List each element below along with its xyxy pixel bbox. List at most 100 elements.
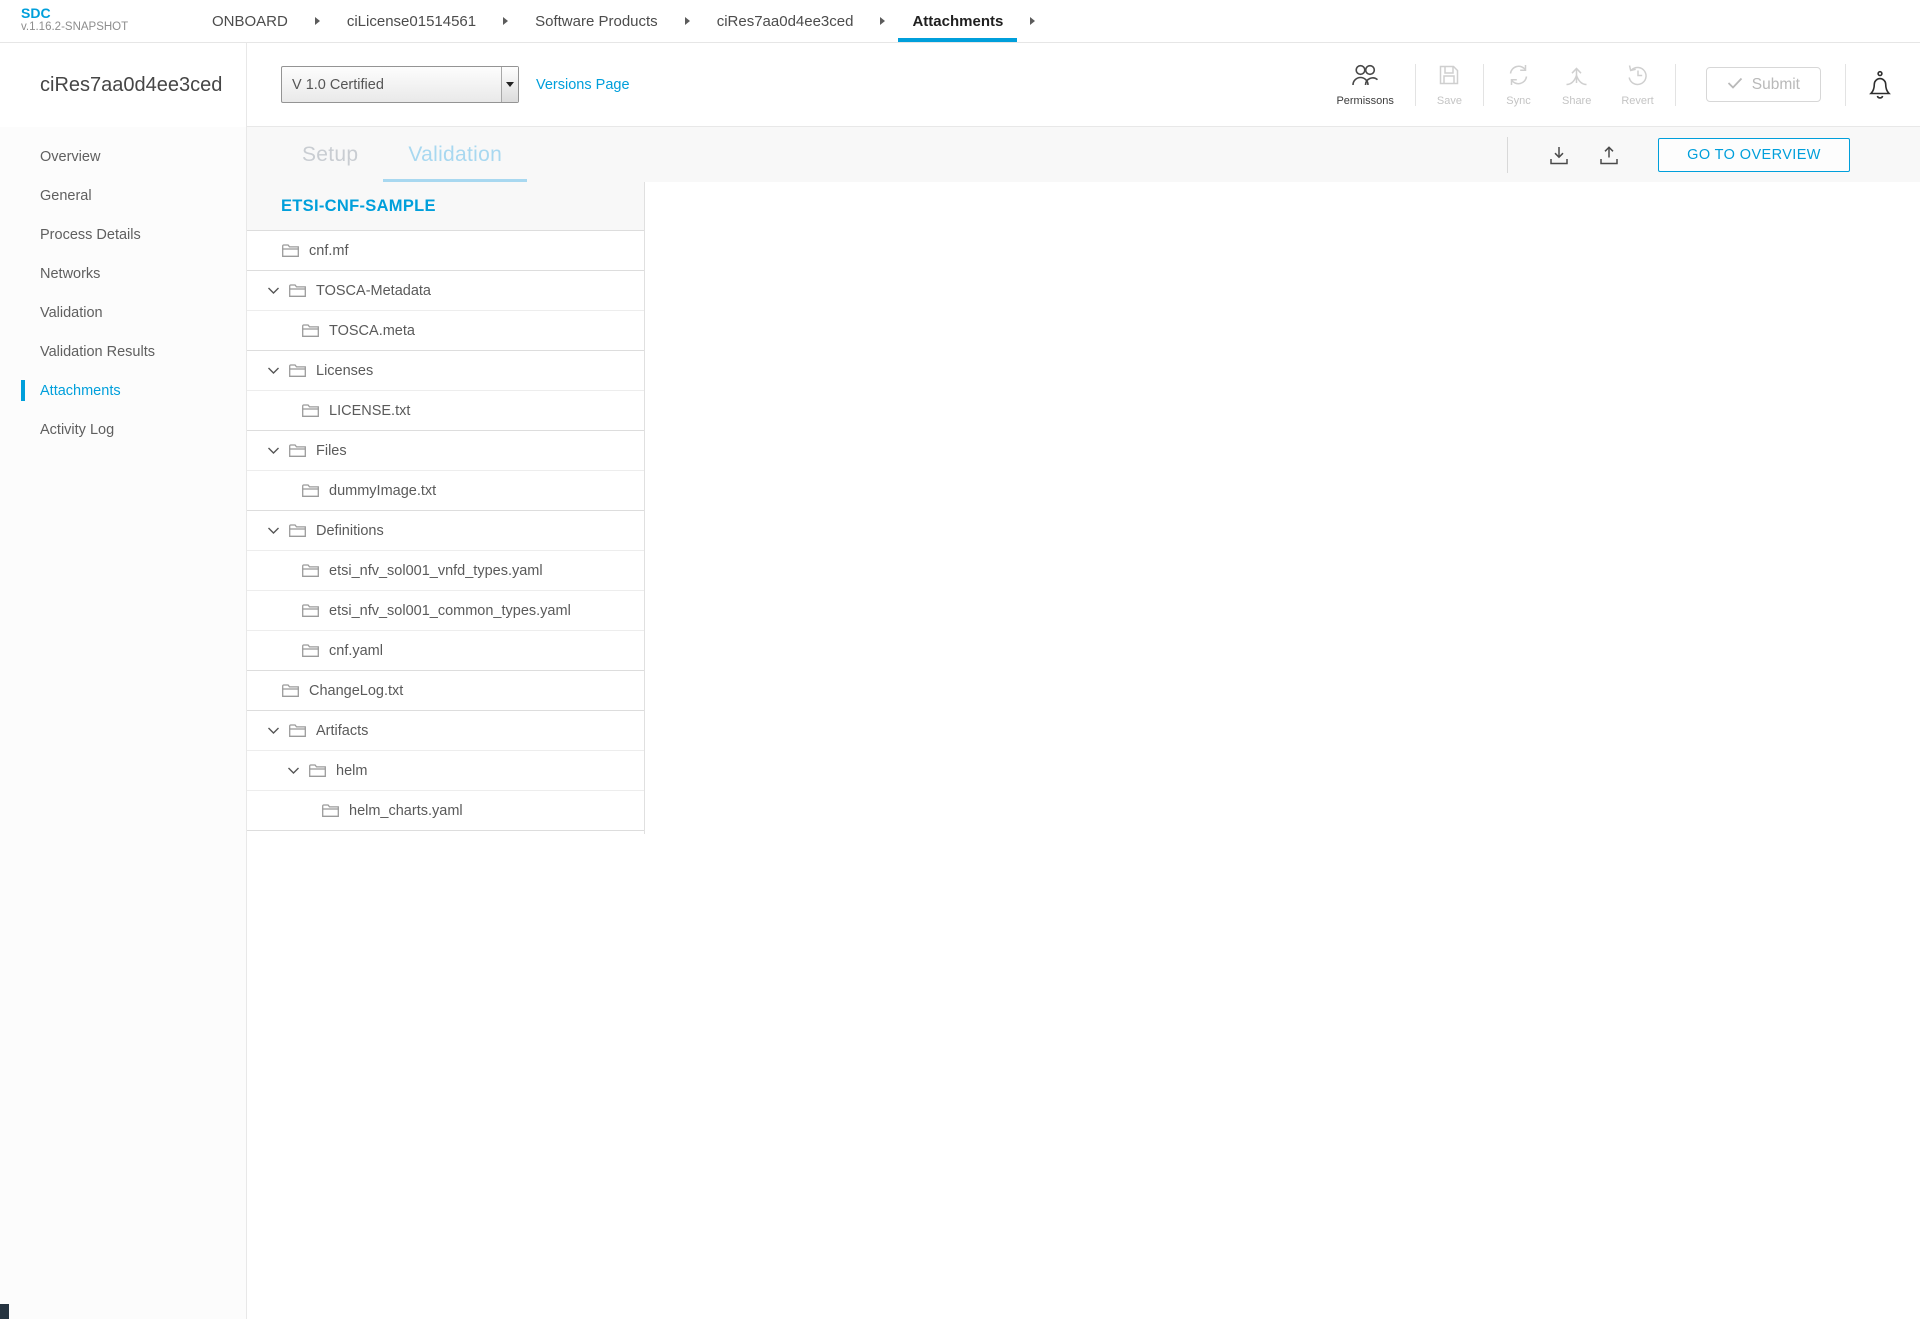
folder-icon [301,483,319,498]
breadcrumb-item-software-products[interactable]: Software Products [521,0,672,42]
sidebar: ciRes7aa0d4ee3ced OverviewGeneralProcess… [0,43,247,1319]
sidebar-item-activity-log[interactable]: Activity Log [0,410,246,449]
person-group-icon [1350,63,1380,92]
sidebar-item-process-details[interactable]: Process Details [0,215,246,254]
breadcrumb-item-attachments[interactable]: Attachments [898,0,1017,42]
folder-icon [281,243,299,258]
sync-button[interactable]: Sync [1490,63,1547,107]
app-version: v.1.16.2-SNAPSHOT [21,21,198,33]
folder-icon [301,323,319,338]
page: SDC v.1.16.2-SNAPSHOT ONBOARD ciLicense01… [0,0,1920,1319]
sync-label: Sync [1506,95,1530,107]
go-to-overview-button[interactable]: GO TO OVERVIEW [1658,138,1850,172]
sidebar-item-attachments[interactable]: Attachments [0,371,246,410]
folder-icon [321,803,339,818]
folder-icon [288,723,306,738]
version-select[interactable]: V 1.0 Certified [281,66,519,103]
check-icon [1727,76,1743,94]
tree-item-label: TOSCA-Metadata [316,283,431,299]
folder-icon [308,763,326,778]
tree-item-label: Artifacts [316,723,368,739]
tree-row-helm-charts-yaml[interactable]: helm_charts.yaml [247,790,644,830]
chevron-down-icon[interactable] [267,286,280,295]
revert-label: Revert [1621,95,1653,107]
tree-item-label: cnf.mf [309,243,348,259]
sidebar-item-general[interactable]: General [0,176,246,215]
content: V 1.0 Certified Versions Page Permissons… [247,43,1920,1319]
revert-button[interactable]: Revert [1606,63,1668,107]
tree-item-label: dummyImage.txt [329,483,436,499]
chevron-down-icon[interactable] [267,526,280,535]
tab-setup[interactable]: Setup [277,127,383,182]
save-label: Save [1437,95,1462,107]
tree-row-etsi-nfv-sol001-vnfd-types-yaml[interactable]: etsi_nfv_sol001_vnfd_types.yaml [247,550,644,590]
app-logo[interactable]: SDC v.1.16.2-SNAPSHOT [0,0,198,42]
submit-label: Submit [1752,76,1800,94]
upload-icon[interactable] [1584,145,1634,165]
save-button[interactable]: Save [1422,63,1477,107]
tree-row-licenses[interactable]: Licenses [247,350,644,390]
versions-page-link[interactable]: Versions Page [536,77,630,93]
tree-row-dummyimage-txt[interactable]: dummyImage.txt [247,470,644,510]
version-select-value: V 1.0 Certified [292,77,384,93]
sidebar-item-validation[interactable]: Validation [0,293,246,332]
breadcrumb-item-cires7aa0d4ee3ced[interactable]: ciRes7aa0d4ee3ced [703,0,868,42]
page-title: ciRes7aa0d4ee3ced [0,43,246,127]
tree-row-artifacts[interactable]: Artifacts [247,710,644,750]
breadcrumb: ONBOARD ciLicense01514561 Software Product… [198,0,1048,42]
tree-rows: cnf.mf TOSCA-Metadata TOSCA.metaLicensesLI… [247,230,644,831]
folder-icon [288,363,306,378]
tree-row-files[interactable]: Files [247,430,644,470]
chevron-down-icon[interactable] [267,446,280,455]
notifications-bell-icon[interactable] [1852,70,1920,100]
tree-row-definitions[interactable]: Definitions [247,510,644,550]
folder-icon [301,403,319,418]
body-row: ETSI-CNF-SAMPLE cnf.mfTOSCA-MetadataTOSC… [247,182,1920,1319]
folder-icon [288,523,306,538]
chevron-down-icon[interactable] [287,766,300,775]
folder-icon [301,563,319,578]
tabs: SetupValidation [277,127,527,182]
preview-empty-area [645,182,1920,1319]
tree-row-etsi-nfv-sol001-common-types-yaml[interactable]: etsi_nfv_sol001_common_types.yaml [247,590,644,630]
submit-button[interactable]: Submit [1706,67,1821,102]
revert-icon [1626,63,1650,92]
download-icon[interactable] [1534,145,1584,165]
chevron-down-icon[interactable] [267,366,280,375]
tree-row-tosca-metadata[interactable]: TOSCA-Metadata [247,270,644,310]
tree-item-label: Files [316,443,347,459]
tree-row-tosca-meta[interactable]: TOSCA.meta [247,310,644,350]
tree-item-label: etsi_nfv_sol001_common_types.yaml [329,603,571,619]
attachments-tree-panel: ETSI-CNF-SAMPLE cnf.mfTOSCA-MetadataTOSC… [247,182,645,834]
tree-row-cnf-mf[interactable]: cnf.mf [247,230,644,270]
sidebar-nav: OverviewGeneralProcess DetailsNetworksVa… [0,127,246,449]
tree-row-helm[interactable]: helm [247,750,644,790]
actions-row: V 1.0 Certified Versions Page Permissons… [247,43,1920,127]
permissions-button[interactable]: Permissons [1321,63,1408,107]
main: ciRes7aa0d4ee3ced OverviewGeneralProcess… [0,43,1920,1319]
tree-row-cnf-yaml[interactable]: cnf.yaml [247,630,644,670]
share-icon [1564,63,1589,92]
share-label: Share [1562,95,1591,107]
tree-item-label: helm [336,763,367,779]
tree-item-label: helm_charts.yaml [349,803,463,819]
tab-validation[interactable]: Validation [383,127,527,182]
sync-icon [1505,63,1532,92]
chevron-down-icon[interactable] [267,726,280,735]
sidebar-item-networks[interactable]: Networks [0,254,246,293]
folder-icon [288,283,306,298]
share-button[interactable]: Share [1547,63,1606,107]
sidebar-item-validation-results[interactable]: Validation Results [0,332,246,371]
chevron-right-icon [880,0,885,42]
action-icons-group: Permissons Save Sync Share Revert [1321,63,1681,107]
divider [1507,137,1508,173]
folder-icon [301,603,319,618]
tree-row-changelog-txt[interactable]: ChangeLog.txt [247,670,644,710]
divider [1483,64,1484,106]
breadcrumb-item-onboard[interactable]: ONBOARD [198,0,302,42]
tree-row-license-txt[interactable]: LICENSE.txt [247,390,644,430]
breadcrumb-item-cilicense01514561[interactable]: ciLicense01514561 [333,0,490,42]
bottom-left-widget[interactable] [0,1304,9,1319]
sidebar-item-overview[interactable]: Overview [0,137,246,176]
folder-icon [281,683,299,698]
